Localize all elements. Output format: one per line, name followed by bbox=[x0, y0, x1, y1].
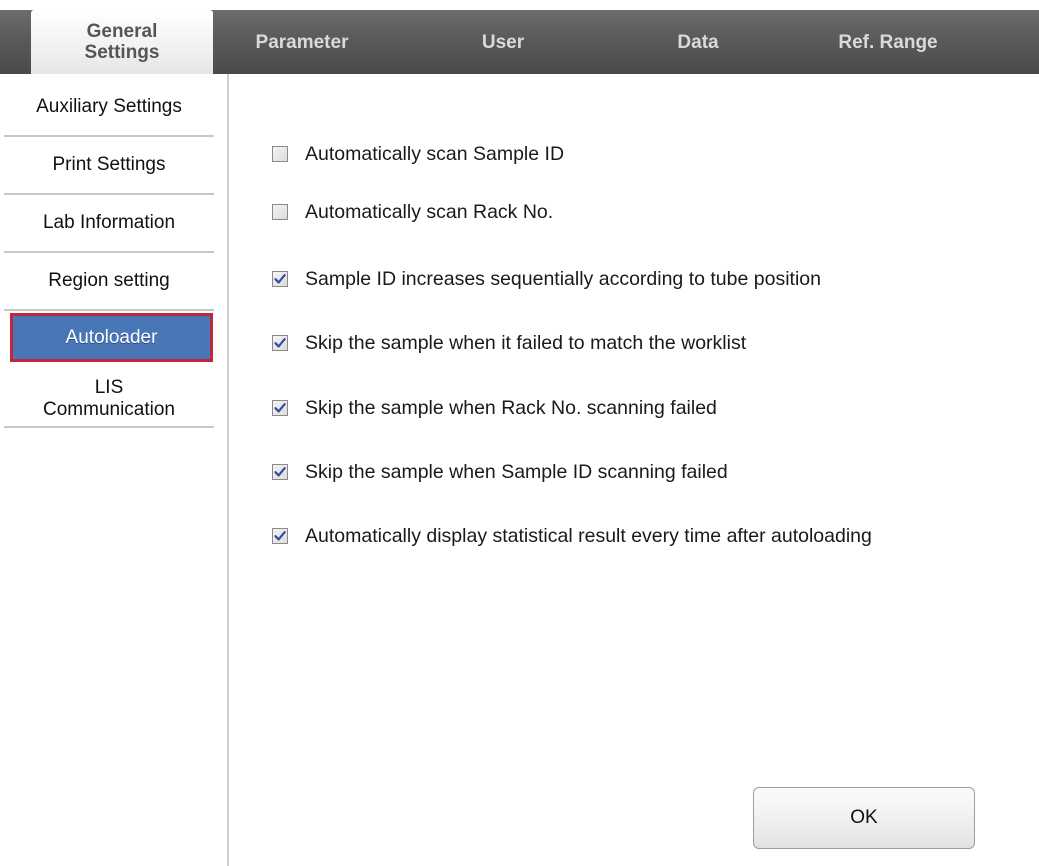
checkbox-checked[interactable] bbox=[272, 528, 288, 544]
option-auto-scan-sample-id[interactable]: Automatically scan Sample ID bbox=[272, 141, 564, 167]
option-label: Automatically display statistical result… bbox=[305, 524, 872, 547]
sidebar-item-lis-communication[interactable]: LIS Communication bbox=[4, 372, 214, 428]
sidebar-item-region-setting[interactable]: Region setting bbox=[4, 253, 214, 311]
sidebar-divider bbox=[227, 74, 229, 866]
check-icon bbox=[274, 467, 286, 477]
ok-button-label: OK bbox=[850, 807, 878, 828]
check-icon bbox=[274, 274, 286, 284]
tab-label: Ref. Range bbox=[838, 31, 938, 53]
option-skip-worklist-mismatch[interactable]: Skip the sample when it failed to match … bbox=[272, 330, 746, 356]
checkbox-checked[interactable] bbox=[272, 400, 288, 416]
ok-button[interactable]: OK bbox=[753, 787, 975, 849]
option-sample-id-sequential[interactable]: Sample ID increases sequentially accordi… bbox=[272, 266, 821, 292]
tab-parameter[interactable]: Parameter bbox=[238, 10, 366, 74]
tab-data[interactable]: Data bbox=[648, 10, 748, 74]
sidebar-item-label: Auxiliary Settings bbox=[36, 96, 182, 117]
checkbox-checked[interactable] bbox=[272, 464, 288, 480]
tab-general-settings[interactable]: General Settings bbox=[31, 10, 213, 74]
option-label: Sample ID increases sequentially accordi… bbox=[305, 267, 821, 290]
option-label: Automatically scan Sample ID bbox=[305, 142, 565, 165]
sidebar-item-autoloader[interactable]: Autoloader bbox=[10, 313, 213, 362]
sidebar-item-lab-information[interactable]: Lab Information bbox=[4, 195, 214, 253]
option-skip-sample-id-scan-failed[interactable]: Skip the sample when Sample ID scanning … bbox=[272, 459, 728, 485]
check-icon bbox=[274, 338, 286, 348]
tab-user[interactable]: User bbox=[458, 10, 548, 74]
settings-window: General Settings Parameter User Data Ref… bbox=[0, 0, 1039, 866]
sidebar-item-print-settings[interactable]: Print Settings bbox=[4, 137, 214, 195]
check-icon bbox=[274, 531, 286, 541]
tab-label: Parameter bbox=[255, 31, 349, 53]
option-label: Automatically scan Rack No. bbox=[305, 200, 554, 223]
checkbox-checked[interactable] bbox=[272, 271, 288, 287]
option-skip-rack-scan-failed[interactable]: Skip the sample when Rack No. scanning f… bbox=[272, 395, 717, 421]
checkbox-unchecked[interactable] bbox=[272, 204, 288, 220]
check-icon bbox=[274, 403, 286, 413]
sidebar-item-label: Autoloader bbox=[65, 326, 158, 348]
sidebar-item-label: Lab Information bbox=[42, 212, 176, 233]
checkbox-checked[interactable] bbox=[272, 335, 288, 351]
sidebar-item-auxiliary-settings[interactable]: Auxiliary Settings bbox=[4, 79, 214, 137]
top-strip bbox=[0, 0, 1039, 10]
sidebar-item-label: Region setting bbox=[48, 270, 170, 291]
sidebar-item-label: Print Settings bbox=[52, 154, 166, 175]
option-display-statistical-result[interactable]: Automatically display statistical result… bbox=[272, 523, 872, 549]
option-label: Skip the sample when Rack No. scanning f… bbox=[305, 396, 717, 419]
tab-label: Data bbox=[677, 31, 719, 53]
tab-label: General Settings bbox=[84, 21, 160, 63]
option-label: Skip the sample when Sample ID scanning … bbox=[305, 460, 728, 483]
checkbox-unchecked[interactable] bbox=[272, 146, 288, 162]
option-label: Skip the sample when it failed to match … bbox=[305, 331, 747, 354]
option-auto-scan-rack-no[interactable]: Automatically scan Rack No. bbox=[272, 199, 553, 225]
tab-label: User bbox=[481, 31, 525, 53]
sidebar-item-label: LIS Communication bbox=[43, 377, 175, 420]
tab-ref-range[interactable]: Ref. Range bbox=[807, 10, 969, 74]
